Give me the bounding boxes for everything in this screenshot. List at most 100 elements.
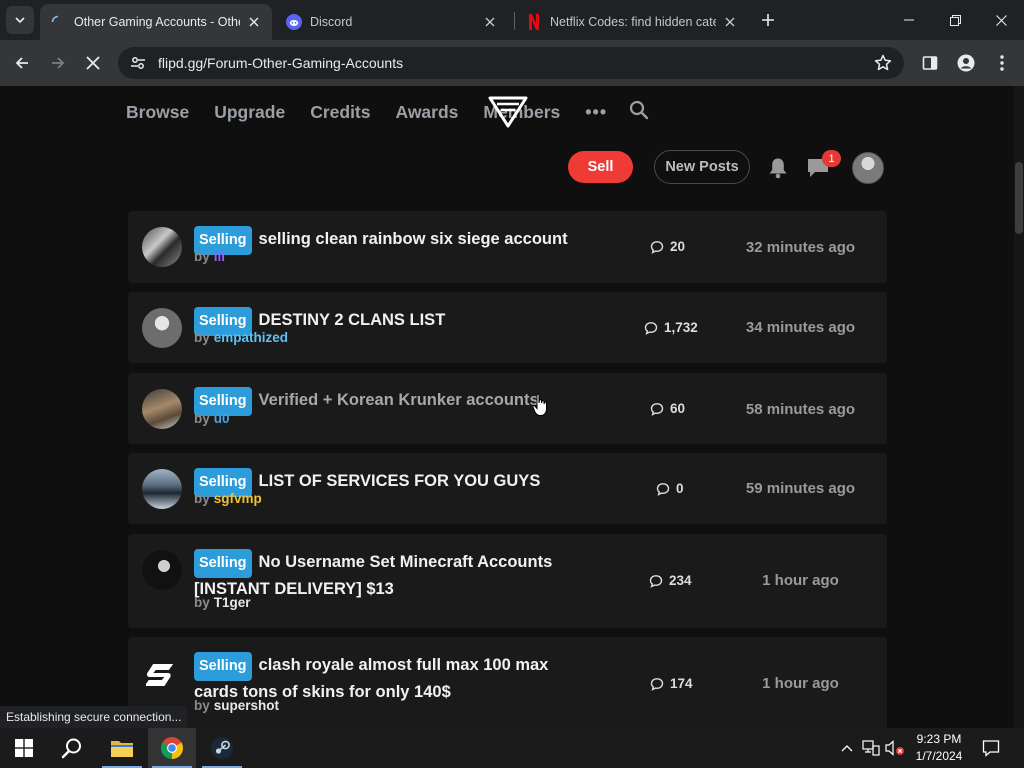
- page-content: Browse Upgrade Credits Awards Members ••…: [0, 86, 1024, 728]
- netflix-icon: [526, 14, 542, 30]
- tab-title: Other Gaming Accounts - Other: [74, 15, 240, 29]
- tab-other-gaming-accounts[interactable]: Other Gaming Accounts - Other: [40, 4, 272, 40]
- plus-icon: [762, 14, 774, 26]
- last-post-time[interactable]: 1 hour ago: [728, 572, 873, 589]
- network-button[interactable]: [860, 728, 882, 768]
- bell-icon[interactable]: [766, 156, 790, 185]
- thread-author: by sgfvmp: [194, 491, 262, 506]
- tab-netflix-codes[interactable]: Netflix Codes: find hidden categ: [516, 4, 748, 40]
- page-scrollbar[interactable]: [1014, 86, 1024, 728]
- stop-button[interactable]: [79, 49, 107, 77]
- taskbar-clock[interactable]: 9:23 PM 1/7/2024: [904, 731, 974, 765]
- tab-separator: [514, 12, 515, 30]
- thread-author: by u0: [194, 411, 230, 426]
- file-explorer-button[interactable]: [98, 728, 146, 768]
- close-icon[interactable]: [722, 14, 738, 30]
- thread-row[interactable]: Selling DESTINY 2 CLANS LIST by empathized…: [128, 292, 887, 363]
- reply-icon: [650, 402, 664, 416]
- discord-icon: [286, 14, 302, 30]
- show-hidden-icons-button[interactable]: [836, 728, 858, 768]
- thread-row[interactable]: Selling selling clean rainbow six siege a…: [128, 211, 887, 283]
- profile-button[interactable]: [952, 49, 980, 77]
- restore-button[interactable]: [932, 0, 978, 40]
- notification-count-badge: 1: [822, 150, 841, 167]
- avatar[interactable]: [142, 308, 182, 348]
- search-button[interactable]: [48, 728, 96, 768]
- last-post-time[interactable]: 59 minutes ago: [728, 480, 873, 497]
- thread-author: by empathized: [194, 330, 289, 345]
- user-avatar[interactable]: [852, 152, 884, 184]
- steam-taskbar-button[interactable]: [198, 728, 246, 768]
- thread-row[interactable]: Selling No Username Set Minecraft Account…: [128, 534, 887, 628]
- tab-title: Discord: [310, 15, 353, 29]
- url-text[interactable]: flipd.gg/Forum-Other-Gaming-Accounts: [158, 55, 403, 71]
- action-center-button[interactable]: [976, 728, 1006, 768]
- new-posts-button[interactable]: New Posts: [654, 150, 750, 184]
- avatar[interactable]: [142, 550, 182, 590]
- last-post-time[interactable]: 34 minutes ago: [728, 319, 873, 336]
- avatar[interactable]: [142, 655, 182, 695]
- thread-row[interactable]: Selling LIST OF SERVICES FOR YOU GUYS by s…: [128, 453, 887, 524]
- start-button[interactable]: [0, 728, 48, 768]
- tab-search-button[interactable]: [6, 6, 34, 34]
- last-post-time[interactable]: 1 hour ago: [728, 675, 873, 692]
- site-logo[interactable]: [486, 94, 530, 130]
- reply-count: 60: [650, 401, 685, 416]
- forward-button[interactable]: [44, 49, 72, 77]
- author-link[interactable]: T1ger: [214, 595, 251, 610]
- minimize-icon: [904, 19, 914, 21]
- hand-cursor-icon: [532, 393, 547, 416]
- reply-count: 1,732: [644, 320, 698, 335]
- chrome-taskbar-button[interactable]: [148, 728, 196, 768]
- close-icon[interactable]: [482, 14, 498, 30]
- sell-button[interactable]: Sell: [568, 151, 633, 183]
- thread-title[interactable]: LIST OF SERVICES FOR YOU GUYS: [259, 472, 541, 490]
- spinner-icon: [50, 14, 66, 30]
- site-info-icon[interactable]: [124, 49, 152, 77]
- nav-upgrade[interactable]: Upgrade: [214, 102, 285, 123]
- avatar[interactable]: [142, 389, 182, 429]
- author-link[interactable]: u0: [214, 411, 230, 426]
- nav-credits[interactable]: Credits: [310, 102, 370, 123]
- nav-awards[interactable]: Awards: [396, 102, 459, 123]
- side-panel-button[interactable]: [916, 49, 944, 77]
- tab-strip: Other Gaming Accounts - Other Discord Ne…: [0, 0, 1024, 40]
- search-icon[interactable]: [629, 100, 649, 125]
- star-icon[interactable]: [874, 54, 892, 77]
- minimize-button[interactable]: [886, 0, 932, 40]
- author-link[interactable]: lil: [214, 249, 225, 264]
- thread-title[interactable]: selling clean rainbow six siege account: [259, 230, 568, 248]
- thread-row[interactable]: Selling clash royale almost full max 100 …: [128, 637, 887, 728]
- thread-row[interactable]: Selling Verified + Korean Krunker account…: [128, 373, 887, 444]
- close-icon[interactable]: [246, 14, 262, 30]
- scrollbar-thumb[interactable]: [1015, 162, 1023, 234]
- search-icon: [61, 738, 81, 759]
- new-tab-button[interactable]: [756, 8, 780, 32]
- author-link[interactable]: sgfvmp: [214, 491, 262, 506]
- browser-menu-button[interactable]: [988, 49, 1016, 77]
- last-post-time[interactable]: 58 minutes ago: [728, 401, 873, 418]
- author-link[interactable]: supershot: [214, 698, 279, 713]
- back-button[interactable]: [8, 49, 36, 77]
- close-window-button[interactable]: [978, 0, 1024, 40]
- avatar[interactable]: [142, 227, 182, 267]
- thread-title[interactable]: Verified + Korean Krunker accounts: [259, 391, 539, 409]
- volume-button[interactable]: [884, 728, 906, 768]
- reply-icon: [644, 321, 658, 335]
- network-icon: [862, 740, 880, 756]
- author-link[interactable]: empathized: [214, 330, 288, 345]
- chrome-icon: [161, 737, 183, 759]
- last-post-time[interactable]: 32 minutes ago: [728, 239, 873, 256]
- selling-badge: Selling: [194, 652, 252, 681]
- reply-count: 0: [656, 481, 684, 496]
- site-nav: Browse Upgrade Credits Awards Members ••…: [126, 100, 649, 124]
- steam-icon: [211, 737, 233, 759]
- avatar[interactable]: [142, 469, 182, 509]
- reply-count: 174: [650, 676, 693, 691]
- thread-title[interactable]: DESTINY 2 CLANS LIST: [259, 311, 446, 329]
- nav-browse[interactable]: Browse: [126, 102, 189, 123]
- tab-search-icon: [15, 17, 25, 24]
- tab-discord[interactable]: Discord: [276, 4, 508, 40]
- address-bar[interactable]: flipd.gg/Forum-Other-Gaming-Accounts: [118, 47, 904, 79]
- nav-more-button[interactable]: •••: [585, 102, 607, 123]
